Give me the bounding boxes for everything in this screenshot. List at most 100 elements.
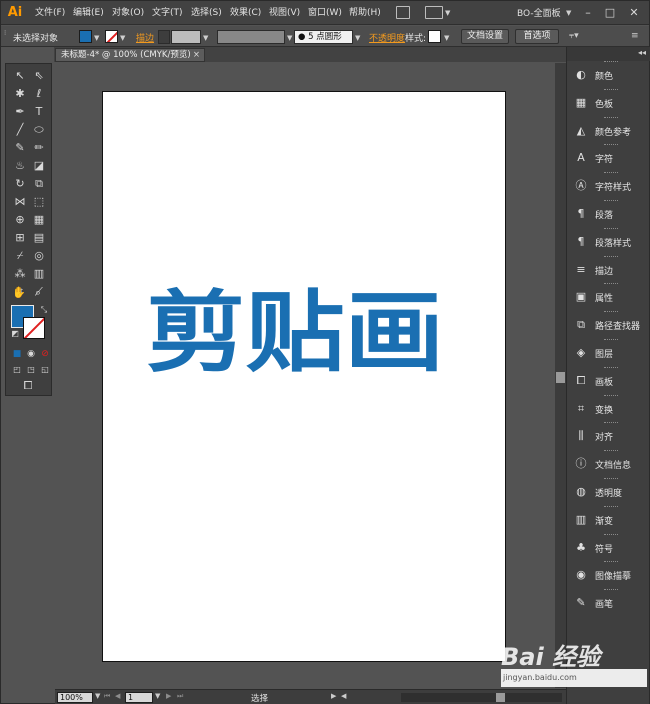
menu-effect[interactable]: 效果(C) <box>230 6 261 20</box>
next-artboard-icon[interactable]: ▶ <box>166 692 171 700</box>
line-tool-icon[interactable]: ╱ <box>12 122 28 138</box>
panel-grip[interactable] <box>604 227 618 230</box>
panel-menu-icon[interactable]: ≡ <box>631 31 639 41</box>
ellipse-tool-icon[interactable]: ⬭ <box>31 122 47 138</box>
brush-definition-dropdown[interactable]: ● 5 点圆形 <box>294 30 353 44</box>
zoom-tool-icon[interactable]: ⌕ <box>30 285 46 301</box>
panel-grip[interactable] <box>604 144 618 146</box>
panel-item-artboards[interactable]: ⧠ 画板 <box>569 366 649 393</box>
magic-wand-tool-icon[interactable]: ✱ <box>12 86 28 102</box>
rotate-tool-icon[interactable]: ↻ <box>12 176 28 192</box>
panel-grip[interactable] <box>604 394 618 397</box>
lasso-tool-icon[interactable]: ℓ <box>31 86 47 102</box>
panel-item-swatches[interactable]: ▦ 色板 <box>569 88 649 115</box>
selection-tool-icon[interactable]: ↖ <box>12 68 28 84</box>
close-tab-icon[interactable]: × <box>193 49 200 61</box>
column-graph-tool-icon[interactable]: ▥ <box>31 266 47 282</box>
menu-view[interactable]: 视图(V) <box>269 6 300 20</box>
menu-select[interactable]: 选择(S) <box>191 6 222 20</box>
menu-help[interactable]: 帮助(H) <box>349 6 381 20</box>
type-tool-icon[interactable]: T <box>31 104 47 120</box>
blob-brush-tool-icon[interactable]: ♨ <box>12 158 28 174</box>
blend-tool-icon[interactable]: ◎ <box>31 248 47 264</box>
bridge-icon[interactable] <box>396 6 410 19</box>
panel-item-transparency[interactable]: ◍ 透明度 <box>569 478 649 504</box>
panel-item-character[interactable]: A 字符 <box>569 144 649 170</box>
paintbrush-tool-icon[interactable]: ✎ <box>12 140 28 156</box>
panel-grip[interactable] <box>604 311 618 313</box>
workspace-switcher[interactable]: BO-全面板 <box>517 6 561 19</box>
menu-object[interactable]: 对象(O) <box>112 6 144 20</box>
panel-grip[interactable] <box>604 88 618 91</box>
pen-tool-icon[interactable]: ✒ <box>12 104 28 120</box>
panel-item-image-trace[interactable]: ◉ 图像描摹 <box>569 561 649 587</box>
panel-item-paragraph-style[interactable]: ¶ 段落样式 <box>569 227 649 254</box>
chevron-down-icon[interactable]: ▼ <box>203 34 208 42</box>
eraser-tool-icon[interactable]: ◪ <box>31 158 47 174</box>
zoom-field[interactable]: 100% <box>57 692 93 703</box>
panel-item-align[interactable]: ⫼ 对齐 <box>569 422 649 448</box>
free-transform-tool-icon[interactable]: ⬚ <box>31 194 47 210</box>
menu-window[interactable]: 窗口(W) <box>308 6 342 20</box>
stroke-swatch[interactable] <box>23 317 45 339</box>
graphic-style-swatch[interactable] <box>428 30 441 43</box>
chevron-down-icon[interactable]: ▼ <box>94 34 99 42</box>
document-setup-button[interactable]: 文档设置 <box>461 29 509 44</box>
panel-item-gradient[interactable]: ▥ 渐变 <box>569 505 649 532</box>
panel-item-pathfinder[interactable]: ⧉ 路径查找器 <box>569 311 649 337</box>
panel-grip[interactable] <box>604 339 618 341</box>
document-tab[interactable]: 未标题-4* @ 100% (CMYK/预览) × <box>55 48 205 62</box>
chevron-down-icon[interactable]: ▼ <box>444 34 449 42</box>
vertical-scrollbar[interactable] <box>555 63 566 688</box>
panel-grip[interactable] <box>604 478 618 480</box>
panel-grip[interactable] <box>604 450 618 452</box>
chevron-down-icon[interactable]: ▼ <box>120 34 125 42</box>
none-mode-icon[interactable]: ⊘ <box>37 346 53 362</box>
first-artboard-icon[interactable]: ⏮ <box>104 692 110 701</box>
panel-grip[interactable] <box>604 589 618 591</box>
eyedropper-tool-icon[interactable]: ⌿ <box>12 248 28 264</box>
panel-grip[interactable] <box>604 366 618 369</box>
symbol-sprayer-tool-icon[interactable]: ⁂ <box>12 266 28 282</box>
collapse-panels-icon[interactable]: ◂◂ <box>638 48 646 57</box>
panel-grip[interactable] <box>604 283 618 285</box>
draw-inside-icon[interactable]: ◱ <box>37 362 53 378</box>
stroke-weight-stepper[interactable] <box>158 30 170 44</box>
scale-tool-icon[interactable]: ⧉ <box>31 176 47 192</box>
status-menu-icon[interactable]: ▶ <box>331 692 336 700</box>
panel-item-symbols[interactable]: ♣ 符号 <box>569 533 649 560</box>
panel-item-color[interactable]: ◐ 颜色 <box>569 61 649 87</box>
mesh-tool-icon[interactable]: ⊞ <box>12 230 28 246</box>
gradient-tool-icon[interactable]: ▤ <box>31 230 47 246</box>
variable-width-profile[interactable] <box>217 30 285 44</box>
panel-grip[interactable] <box>604 505 618 508</box>
close-button[interactable]: ✕ <box>625 4 643 21</box>
menu-file[interactable]: 文件(F) <box>35 6 65 20</box>
pencil-tool-icon[interactable]: ✏ <box>31 140 47 156</box>
maximize-button[interactable]: □ <box>601 4 619 21</box>
scroll-left-icon[interactable]: ◀ <box>341 692 346 700</box>
artboard-number-field[interactable]: 1 <box>125 692 153 703</box>
panel-item-brushes[interactable]: ✎ 画笔 <box>569 589 649 615</box>
chevron-down-icon[interactable]: ▼ <box>155 692 160 700</box>
panel-item-stroke[interactable]: ≡ 描边 <box>569 255 649 282</box>
arrange-documents-icon[interactable] <box>425 6 443 19</box>
align-icon[interactable]: ⫧▾ <box>569 31 579 41</box>
panel-grip[interactable] <box>604 116 618 119</box>
panel-grip[interactable] <box>604 533 618 536</box>
panel-grip[interactable] <box>604 200 618 202</box>
perspective-grid-tool-icon[interactable]: ▦ <box>31 212 47 228</box>
width-tool-icon[interactable]: ⋈ <box>12 194 28 210</box>
panel-grip[interactable] <box>604 172 618 174</box>
panel-item-attributes[interactable]: ▣ 属性 <box>569 283 649 309</box>
panel-grip[interactable] <box>604 61 618 63</box>
panel-item-transform[interactable]: ⌗ 变换 <box>569 394 649 421</box>
chevron-down-icon[interactable]: ▼ <box>566 9 571 17</box>
vertical-scroll-thumb[interactable] <box>556 372 565 383</box>
stroke-label[interactable]: 描边 <box>136 31 154 44</box>
menu-edit[interactable]: 编辑(E) <box>73 6 104 20</box>
shape-builder-tool-icon[interactable]: ⊕ <box>12 212 28 228</box>
screen-mode-icon[interactable]: ⧠ <box>20 378 36 394</box>
preferences-button[interactable]: 首选项 <box>515 29 559 44</box>
fill-color-swatch[interactable] <box>79 30 92 43</box>
